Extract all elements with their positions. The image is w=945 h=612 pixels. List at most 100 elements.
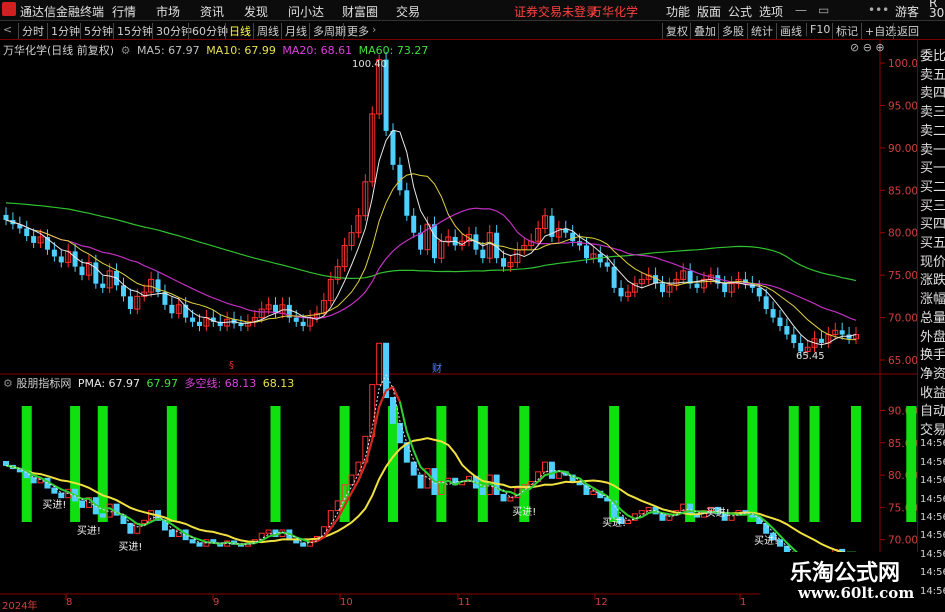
period-30min[interactable]: 30分钟 bbox=[152, 23, 192, 39]
event-marker-s[interactable]: § bbox=[229, 360, 234, 371]
menu-banmian[interactable]: 版面 bbox=[697, 3, 721, 20]
sub-gear-icon[interactable]: ⚙ bbox=[3, 377, 13, 390]
login-status[interactable]: 证券交易未登录 bbox=[514, 3, 598, 20]
menu-hangqing[interactable]: 行情 bbox=[112, 3, 136, 20]
date-month-11: 11 bbox=[458, 597, 471, 608]
btn-duogu[interactable]: 多股 bbox=[718, 23, 744, 39]
period-monthly[interactable]: 月线 bbox=[281, 23, 307, 39]
buy-signal-label: 买进! bbox=[118, 541, 142, 553]
period-multi[interactable]: 多周期 bbox=[309, 23, 346, 39]
quote-label-16: 换手 bbox=[920, 348, 945, 364]
quote-label-13: 涨幅 bbox=[920, 292, 945, 308]
period-1min[interactable]: 1分钟 bbox=[47, 23, 80, 39]
back-arrow-icon[interactable]: < bbox=[3, 23, 12, 36]
signal-bar bbox=[70, 406, 81, 522]
chart-area[interactable]: 100.00 95.00 90.00 85.00 80.00 75.00 70.00 65.0… bbox=[0, 40, 917, 609]
period-more[interactable]: 更多 bbox=[343, 23, 369, 39]
candle-body bbox=[190, 317, 196, 322]
period-60min[interactable]: 60分钟 bbox=[188, 23, 228, 39]
candle-body bbox=[722, 283, 728, 293]
user-label[interactable]: 游客 bbox=[895, 3, 919, 20]
menu-xuanxiang[interactable]: 选项 bbox=[759, 3, 783, 20]
quote-label-20: 交易 bbox=[920, 423, 945, 438]
btn-back[interactable]: 返回 bbox=[893, 23, 919, 39]
main-tick-label: 90.00 bbox=[888, 143, 917, 155]
ma60-label: MA60: 73.27 bbox=[358, 44, 429, 57]
btn-diejia[interactable]: 叠加 bbox=[690, 23, 716, 39]
menu-wenxiaoda[interactable]: 问小达 bbox=[288, 3, 324, 20]
candle-body bbox=[58, 256, 64, 263]
menu-shichang[interactable]: 市场 bbox=[156, 3, 180, 20]
buy-signal-label: 买进! bbox=[706, 507, 730, 519]
candle-body bbox=[763, 296, 769, 310]
ma5-label: MA5: 67.97 bbox=[136, 44, 200, 57]
buy-signal-label: 买进! bbox=[512, 506, 536, 518]
app-logo-icon bbox=[2, 2, 16, 16]
sub-candle bbox=[376, 342, 383, 386]
chevron-right-icon[interactable]: › bbox=[372, 23, 376, 36]
main-tick-label: 70.00 bbox=[888, 313, 917, 325]
sub-candle bbox=[410, 461, 417, 476]
btn-add-watchlist[interactable]: +自选 bbox=[861, 23, 896, 39]
signal-bar bbox=[97, 406, 108, 522]
signal-bar bbox=[788, 406, 799, 522]
window-icon[interactable]: ▭ bbox=[818, 3, 829, 17]
menu-zixun[interactable]: 资讯 bbox=[200, 3, 224, 20]
period-5min[interactable]: 5分钟 bbox=[80, 23, 113, 39]
candle-body bbox=[383, 59, 389, 131]
menu-caifuquan[interactable]: 财富圈 bbox=[342, 3, 378, 20]
date-axis bbox=[65, 594, 741, 600]
candle-body bbox=[480, 249, 486, 259]
sub-candle bbox=[507, 497, 514, 502]
signal-bar bbox=[851, 406, 861, 522]
date-month-12: 12 bbox=[595, 597, 608, 608]
btn-biaoji[interactable]: 标记 bbox=[832, 23, 858, 39]
menu-faxian[interactable]: 发现 bbox=[244, 3, 268, 20]
quote-label-2: 卖四 bbox=[920, 86, 945, 102]
candle-body bbox=[24, 228, 30, 237]
quote-label-5: 卖一 bbox=[920, 142, 945, 158]
candle-body bbox=[570, 232, 576, 242]
candlesticks bbox=[3, 51, 859, 357]
quote-label-28: 14:56 bbox=[920, 567, 945, 579]
btn-fuquan[interactable]: 复权 bbox=[662, 23, 688, 39]
date-month-1: 1 bbox=[740, 597, 747, 608]
period-fenshi[interactable]: 分时 bbox=[18, 23, 44, 39]
sub-candle bbox=[389, 397, 396, 424]
sub-candle bbox=[548, 461, 555, 479]
period-daily[interactable]: 日线 bbox=[225, 23, 251, 39]
candle-body bbox=[100, 283, 106, 288]
signal-bar bbox=[809, 406, 820, 522]
menu-jiaoyi[interactable]: 交易 bbox=[396, 3, 420, 20]
minimize-icon[interactable]: — bbox=[795, 3, 807, 17]
quote-label-11: 现价 bbox=[920, 254, 945, 270]
menu-gongneng[interactable]: 功能 bbox=[666, 3, 690, 20]
candle-body bbox=[501, 258, 507, 267]
menu-gongshi[interactable]: 公式 bbox=[728, 3, 752, 20]
btn-huaxian[interactable]: 画线 bbox=[776, 23, 802, 39]
candle-body bbox=[784, 326, 790, 335]
sub-tick-label: 70.00 bbox=[888, 535, 917, 547]
sub-green-line bbox=[5, 385, 856, 562]
signal-bar bbox=[477, 406, 488, 522]
settings-gear-icon[interactable]: ⚙ bbox=[121, 44, 131, 57]
ma20-line bbox=[5, 207, 857, 321]
candle-body bbox=[818, 338, 824, 344]
menu-dots-icon[interactable]: ••• bbox=[868, 3, 889, 17]
panel-controls[interactable]: ⊘ ⊖ ⊕ bbox=[850, 41, 885, 54]
candle-body bbox=[611, 266, 617, 288]
period-15min[interactable]: 15分钟 bbox=[113, 23, 153, 39]
sub-candle bbox=[659, 513, 666, 521]
signal-bar bbox=[906, 406, 917, 522]
watermark: 乐淘公式网 www.60lt.com bbox=[760, 552, 920, 609]
main-tick-label: 75.00 bbox=[888, 270, 917, 282]
quote-label-21: 14:56 bbox=[920, 438, 945, 450]
watermark-title: 乐淘公式网 bbox=[790, 560, 901, 586]
event-marker-cai[interactable]: 财 bbox=[432, 360, 442, 375]
sub-candle bbox=[555, 471, 562, 479]
candle-body bbox=[238, 323, 244, 327]
btn-tongji[interactable]: 统计 bbox=[747, 23, 773, 39]
period-weekly[interactable]: 周线 bbox=[253, 23, 279, 39]
signal-bar bbox=[747, 406, 758, 522]
btn-f10[interactable]: F10 bbox=[806, 23, 830, 36]
